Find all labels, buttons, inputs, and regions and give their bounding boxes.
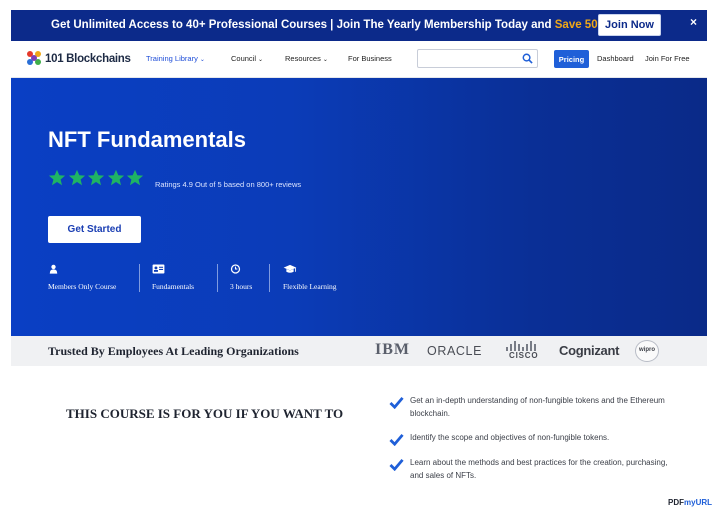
promo-text: Get Unlimited Access to 40+ Professional… [51, 19, 608, 31]
search-icon[interactable] [522, 53, 533, 64]
cisco-label: CISCO [509, 351, 539, 360]
brand-logo-cognizant: Cognizant [559, 343, 620, 358]
rating-stars [48, 169, 146, 187]
check-icon [389, 396, 404, 409]
join-now-button[interactable]: Join Now [598, 14, 661, 36]
nav-for-business-label: For Business [348, 54, 392, 63]
chevron-down-icon: ⌄ [258, 57, 264, 63]
bullet-text: Get an in-depth understanding of non-fun… [410, 396, 665, 418]
logo[interactable]: 101 Blockchains [27, 51, 131, 66]
logo-text: 101 Blockchains [45, 52, 131, 65]
course-heading: THIS COURSE IS FOR YOU IF YOU WANT TO [66, 406, 344, 421]
nav-council-label: Council [231, 54, 257, 63]
nav-join-for-free[interactable]: Join For Free [645, 54, 690, 63]
bullet-text: Identify the scope and objectives of non… [410, 433, 610, 442]
check-icon [389, 458, 404, 471]
watermark-prefix: PDF [668, 498, 684, 507]
star-icon [87, 169, 105, 186]
user-icon [49, 264, 58, 274]
star-icon [48, 169, 66, 186]
trusted-band: Trusted By Employees At Leading Organiza… [11, 336, 707, 366]
logo-icon [27, 51, 42, 66]
nav-training-library[interactable]: Training Library ⌄ [146, 54, 205, 63]
search-input[interactable] [417, 49, 538, 68]
nav-training-library-label: Training Library [146, 54, 198, 63]
course-title: NFT Fundamentals [48, 127, 247, 152]
nav-council[interactable]: Council ⌄ [231, 54, 263, 63]
wipro-label: wipro [639, 347, 655, 353]
chevron-down-icon: ⌄ [322, 57, 328, 63]
feature-label: Members Only Course [48, 282, 117, 291]
feature-label: 3 hours [230, 282, 253, 291]
promo-message: Get Unlimited Access to 40+ Professional… [51, 19, 552, 31]
hero-section: NFT Fundamentals Ratings 4.9 Out of 5 ba… [11, 78, 707, 336]
top-nav: 101 Blockchains Training Library ⌄ Counci… [11, 41, 707, 78]
watermark: PDFmyURL [668, 498, 712, 507]
trusted-title: Trusted By Employees At Leading Organiza… [48, 344, 299, 358]
star-icon [107, 169, 124, 186]
nav-resources[interactable]: Resources ⌄ [285, 54, 328, 63]
feature-label: Flexible Learning [283, 282, 337, 291]
brand-logo-ibm: IBM [375, 341, 410, 358]
bullet-text: Learn about the methods and best practic… [410, 458, 668, 480]
get-started-button[interactable]: Get Started [48, 216, 141, 243]
promo-bar: Get Unlimited Access to 40+ Professional… [11, 10, 707, 41]
nav-for-business[interactable]: For Business [348, 54, 392, 63]
check-icon [389, 433, 404, 446]
feature-divider [269, 264, 270, 292]
pricing-button[interactable]: Pricing [554, 50, 589, 68]
brand-logo-wipro: wipro [635, 340, 659, 362]
nav-resources-label: Resources [285, 54, 321, 63]
id-card-icon [152, 264, 165, 274]
feature-divider [139, 264, 140, 292]
watermark-suffix: myURL [684, 498, 713, 507]
clock-icon [230, 264, 241, 274]
brand-logo-oracle: ORACLE [427, 344, 483, 358]
brand-logo-cisco: CISCO [504, 339, 538, 363]
nav-dashboard[interactable]: Dashboard [597, 54, 634, 63]
star-icon [126, 169, 144, 186]
close-icon[interactable]: × [690, 15, 697, 29]
feature-label: Fundamentals [152, 282, 195, 291]
feature-divider [217, 264, 218, 292]
star-icon [68, 169, 85, 186]
chevron-down-icon: ⌄ [199, 57, 205, 63]
graduation-cap-icon [283, 264, 297, 273]
rating-text: Ratings 4.9 Out of 5 based on 800+ revie… [155, 180, 302, 189]
